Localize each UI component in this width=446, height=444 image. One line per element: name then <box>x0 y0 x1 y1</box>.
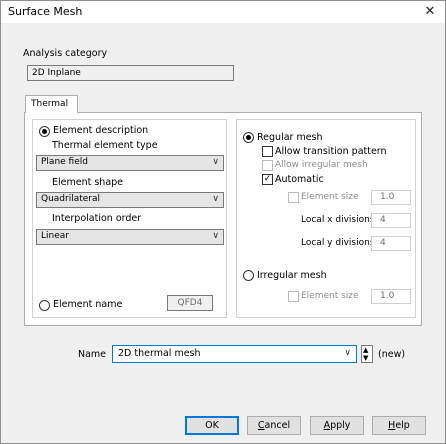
interpolation-order-value: Linear <box>41 231 69 241</box>
name-combobox[interactable]: 2D thermal mesh ∨ <box>112 345 357 363</box>
apply-button[interactable]: Apply <box>310 416 364 435</box>
chevron-down-icon: ∨ <box>212 157 219 167</box>
name-value: 2D thermal mesh <box>118 348 201 359</box>
element-shape-label: Element shape <box>52 177 124 188</box>
cancel-label: ancel <box>264 420 291 431</box>
spin-down-icon[interactable]: ▼ <box>363 354 368 362</box>
element-group: Element description Thermal element type… <box>32 119 227 318</box>
irregular-element-size-input[interactable]: 1.0 <box>371 289 411 304</box>
close-icon[interactable]: ✕ <box>415 1 445 23</box>
chevron-down-icon: ∨ <box>212 231 219 241</box>
element-shape-select[interactable]: Quadrilateral ∨ <box>36 192 224 208</box>
chevron-down-icon: ∨ <box>212 194 219 204</box>
local-x-divisions-label: Local x divisions <box>301 215 375 225</box>
element-description-label: Element description <box>53 125 149 136</box>
cancel-button[interactable]: Cancel <box>247 416 301 435</box>
spin-up-icon[interactable]: ▲ <box>363 346 368 354</box>
name-spinner[interactable]: ▲ ▼ <box>361 345 373 363</box>
irregular-mesh-label: Irregular mesh <box>257 270 327 281</box>
local-x-divisions-value: 4 <box>380 215 386 225</box>
apply-label: pply <box>330 420 351 431</box>
analysis-category-value: 2D Inplane <box>32 68 81 78</box>
tab-thermal[interactable]: Thermal <box>25 95 78 113</box>
allow-transition-label: Allow transition pattern <box>275 146 387 157</box>
regular-mesh-label: Regular mesh <box>257 132 323 143</box>
ok-button[interactable]: OK <box>185 416 239 435</box>
element-size-input[interactable]: 1.0 <box>371 190 411 205</box>
analysis-category-field: 2D Inplane <box>27 65 234 81</box>
mesh-group: Regular mesh Allow transition pattern Al… <box>236 119 416 318</box>
allow-irregular-checkbox[interactable] <box>262 160 273 171</box>
irregular-element-size-value: 1.0 <box>380 291 395 301</box>
thermal-element-type-value: Plane field <box>41 157 88 167</box>
ok-label: OK <box>205 420 219 431</box>
new-indicator: (new) <box>378 349 406 360</box>
local-y-divisions-value: 4 <box>380 238 386 248</box>
local-x-divisions-input[interactable]: 4 <box>371 213 411 228</box>
irregular-element-size-checkbox[interactable] <box>288 291 299 302</box>
allow-irregular-label: Allow irregular mesh <box>275 160 368 170</box>
analysis-category-label: Analysis category <box>23 48 108 59</box>
regular-mesh-radio[interactable] <box>243 132 254 143</box>
irregular-mesh-radio[interactable] <box>243 270 254 281</box>
irregular-element-size-label: Element size <box>301 291 359 301</box>
cancel-mnemonic: C <box>257 420 265 431</box>
interpolation-order-select[interactable]: Linear ∨ <box>36 229 224 245</box>
help-label: elp <box>395 420 410 431</box>
interpolation-order-label: Interpolation order <box>52 213 142 224</box>
name-label: Name <box>78 349 107 360</box>
element-size-value: 1.0 <box>380 192 395 202</box>
tab-thermal-label: Thermal <box>31 99 69 109</box>
allow-transition-checkbox[interactable] <box>262 146 273 157</box>
element-name-label: Element name <box>53 299 123 310</box>
element-size-label: Element size <box>301 192 359 202</box>
element-name-radio[interactable] <box>39 300 50 311</box>
window-title: Surface Mesh <box>8 5 83 18</box>
surface-mesh-dialog: Surface Mesh ✕ Analysis category 2D Inpl… <box>0 0 446 444</box>
automatic-checkbox[interactable]: ✓ <box>262 174 273 185</box>
local-y-divisions-label: Local y divisions <box>301 238 375 248</box>
element-name-field[interactable]: QFD4 <box>167 295 213 311</box>
help-button[interactable]: Help <box>372 416 426 435</box>
chevron-down-icon: ∨ <box>344 348 351 358</box>
thermal-element-type-label: Thermal element type <box>52 140 158 151</box>
local-y-divisions-input[interactable]: 4 <box>371 236 411 251</box>
element-description-radio[interactable] <box>39 126 50 137</box>
check-icon: ✓ <box>263 174 272 184</box>
thermal-tab-panel: Element description Thermal element type… <box>24 112 422 326</box>
element-name-value: QFD4 <box>177 298 203 308</box>
element-shape-value: Quadrilateral <box>41 194 101 204</box>
thermal-element-type-select[interactable]: Plane field ∨ <box>36 155 224 171</box>
automatic-label: Automatic <box>275 174 324 185</box>
title-bar: Surface Mesh ✕ <box>1 1 445 23</box>
element-size-checkbox[interactable] <box>288 192 299 203</box>
